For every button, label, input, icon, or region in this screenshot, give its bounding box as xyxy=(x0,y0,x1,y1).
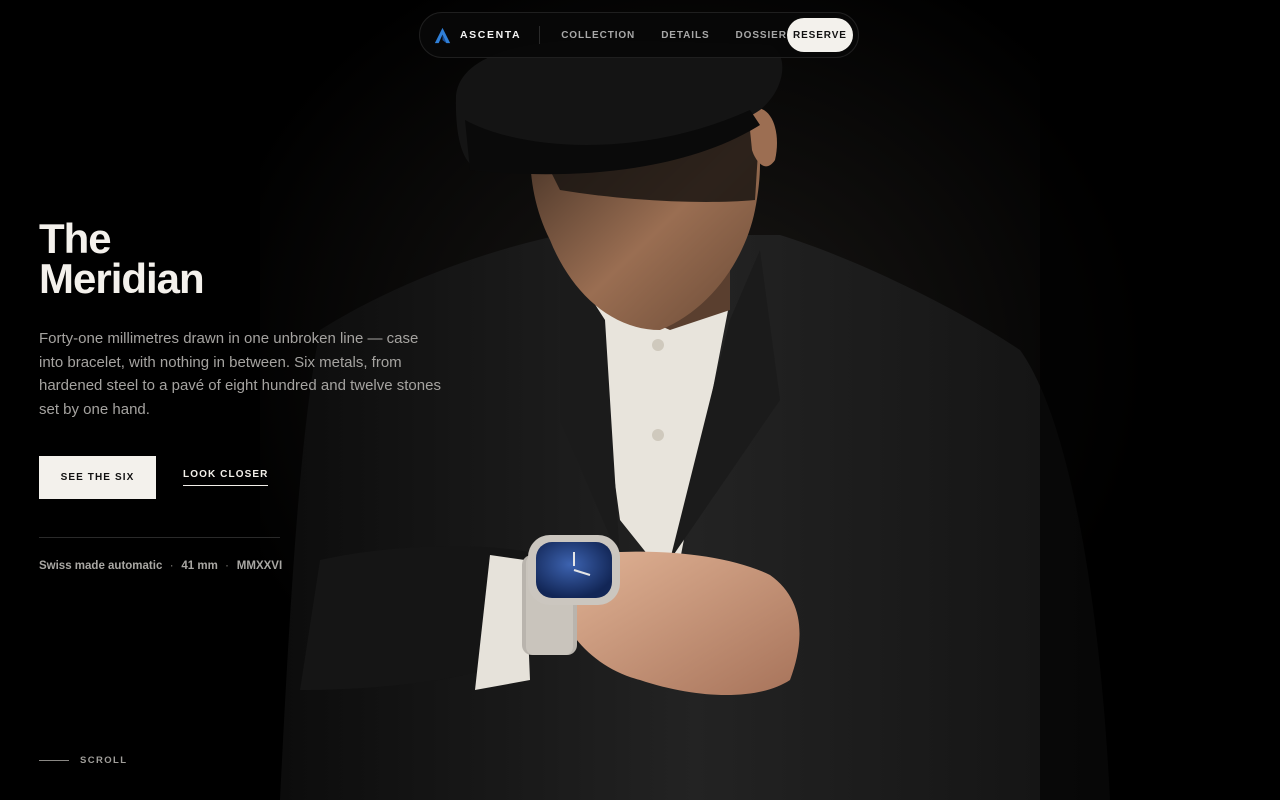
scroll-label: SCROLL xyxy=(80,755,128,766)
top-navigation: ASCENTA COLLECTION DETAILS DOSSIER RESER… xyxy=(419,12,859,58)
nav-link-collection[interactable]: COLLECTION xyxy=(561,30,635,41)
spec-movement: Swiss made automatic xyxy=(39,560,163,572)
brand-name: ASCENTA xyxy=(460,29,522,41)
spec-separator: · xyxy=(170,561,174,571)
page-title: The Meridian xyxy=(39,215,205,302)
nav-link-details[interactable]: DETAILS xyxy=(661,30,709,41)
brand[interactable]: ASCENTA xyxy=(434,26,541,44)
nav-link-dossier[interactable]: DOSSIER xyxy=(736,30,787,41)
see-the-six-button[interactable]: SEE THE SIX xyxy=(39,456,156,499)
divider xyxy=(39,537,280,538)
title-line-1: The xyxy=(39,215,112,262)
hero-description: Forty-one millimetres drawn in one unbro… xyxy=(39,330,441,418)
title-line-2: Meridian xyxy=(39,255,205,302)
reserve-button[interactable]: RESERVE xyxy=(786,18,853,52)
spec-year: MMXXVI xyxy=(236,560,283,572)
look-closer-link[interactable]: LOOK CLOSER xyxy=(183,469,269,486)
scroll-indicator[interactable]: SCROLL xyxy=(39,755,127,766)
spec-line: Swiss made automatic · 41 mm · MMXXVI xyxy=(39,560,282,572)
spec-size: 41 mm xyxy=(181,560,218,572)
scroll-line xyxy=(39,760,69,761)
nav-links: COLLECTION DETAILS DOSSIER xyxy=(561,30,787,41)
spec-separator: · xyxy=(225,561,229,571)
hero-page: ASCENTA COLLECTION DETAILS DOSSIER RESER… xyxy=(0,0,1280,800)
a-monogram-logo-icon xyxy=(434,27,451,43)
